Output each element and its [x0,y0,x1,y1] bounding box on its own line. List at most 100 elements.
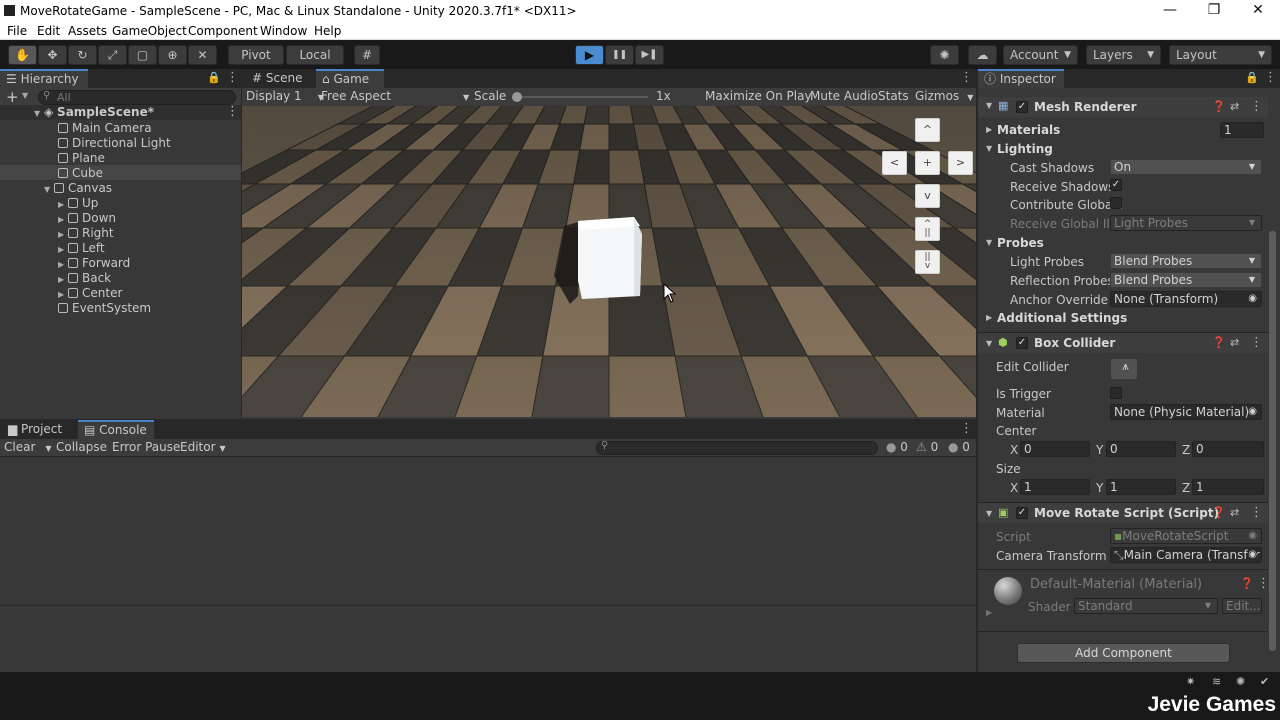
light-probes-dropdown[interactable]: Blend Probes ▼ [1110,253,1262,269]
contribute-gi-checkbox[interactable] [1110,197,1122,209]
expand-right-icon[interactable]: ▶ [58,245,68,254]
is-trigger-checkbox[interactable] [1110,387,1122,399]
close-button[interactable]: ✕ [1236,0,1280,22]
hierarchy-item-cube[interactable]: Cube [58,166,103,180]
size-z-field[interactable]: 1 [1192,479,1264,495]
more-options-icon[interactable]: ⋮ [1250,505,1263,520]
layout-dropdown[interactable]: Layout ▼ [1169,45,1272,65]
more-options-icon[interactable]: ⋮ [960,70,973,85]
hierarchy-item-down[interactable]: ▶ Down [58,211,116,225]
tab-console[interactable]: ▤ Console [78,420,154,439]
help-icon[interactable]: ❓ [1212,100,1226,113]
display-dropdown[interactable]: Display 1 ▼ [246,89,324,103]
more-options-icon[interactable]: ⋮ [226,104,239,119]
check-circle-icon[interactable]: ✔ [1260,675,1269,688]
log-count-toggle[interactable]: ● 0 [886,440,908,454]
tab-scene[interactable]: # Scene [246,69,312,88]
tab-game[interactable]: ⌂ Game [316,69,384,88]
more-options-icon[interactable]: ⋮ [226,70,239,85]
cloud-button[interactable]: ☁ [968,45,997,65]
hierarchy-item-eventsystem[interactable]: EventSystem [58,301,151,315]
center-x-field[interactable]: 0 [1020,441,1090,457]
center-y-field[interactable]: 0 [1106,441,1176,457]
pause-button[interactable]: ❚❚ [605,45,634,65]
step-button[interactable]: ▶❚ [635,45,664,65]
inspector-scrollbar[interactable] [1269,231,1276,651]
more-options-icon[interactable]: ⋮ [1250,335,1263,350]
hierarchy-item-center[interactable]: ▶ Center [58,286,122,300]
pivot-toggle[interactable]: Pivot [228,45,284,65]
hierarchy-item-left[interactable]: ▶ Left [58,241,105,255]
menu-file[interactable]: File [7,24,27,38]
right-button[interactable]: > [948,151,973,175]
gizmos-dropdown[interactable]: Gizmos ▼ [915,89,973,103]
account-dropdown[interactable]: Account ▼ [1003,45,1078,65]
local-toggle[interactable]: Local [286,45,344,65]
shader-edit-button[interactable]: Edit... [1222,598,1262,614]
camera-transform-field[interactable]: ⤡Main Camera (Transfor ◉ [1110,547,1262,563]
scale-slider[interactable] [512,92,648,102]
expand-right-icon[interactable]: ▶ [58,290,68,299]
object-picker-icon[interactable]: ◉ [1248,405,1257,419]
box-collider-enabled-checkbox[interactable]: ✓ [1016,337,1028,349]
expand-down-icon[interactable]: ▼ [986,509,992,518]
presets-icon[interactable]: ⇄ [1230,506,1239,519]
cast-shadows-dropdown[interactable]: On ▼ [1110,159,1262,175]
up-button[interactable]: ^ [915,118,940,142]
menu-assets[interactable]: Assets [68,24,107,38]
help-icon[interactable]: ❓ [1212,336,1226,349]
menu-window[interactable]: Window [260,24,307,38]
hierarchy-item-canvas[interactable]: ▼ Canvas [44,181,112,195]
probes-foldout[interactable]: Probes [997,236,1044,250]
size-y-field[interactable]: 1 [1106,479,1176,495]
mesh-renderer-enabled-checkbox[interactable]: ✓ [1016,101,1028,113]
aspect-dropdown[interactable]: Free Aspect ▼ [321,89,469,103]
tab-inspector[interactable]: ⓘ Inspector [978,69,1064,88]
hierarchy-item-right[interactable]: ▶ Right [58,226,114,240]
expand-down-icon[interactable]: ▼ [34,109,44,118]
receive-shadows-checkbox[interactable]: ✓ [1110,179,1122,191]
materials-foldout[interactable]: Materials [997,123,1060,137]
minimize-button[interactable]: — [1148,0,1192,22]
expand-right-icon[interactable]: ▶ [58,260,68,269]
hierarchy-item-directional-light[interactable]: Directional Light [58,136,171,150]
stack-icon[interactable]: ≋ [1212,675,1221,688]
size-x-field[interactable]: 1 [1020,479,1090,495]
object-picker-icon[interactable]: ◉ [1248,292,1257,306]
hierarchy-search-input[interactable]: ⚲ All [38,90,236,105]
menu-gameobject[interactable]: GameObject [112,24,187,38]
bug-icon[interactable]: ✷ [1186,675,1195,688]
expand-down-icon[interactable]: ▼ [986,101,992,110]
presets-icon[interactable]: ⇄ [1230,336,1239,349]
lock-icon[interactable]: 🔒 [1245,71,1259,84]
restore-button[interactable]: ❐ [1192,0,1236,22]
editor-dropdown[interactable]: Editor ▼ [180,440,226,454]
shader-dropdown[interactable]: Standard ▼ [1074,598,1218,614]
object-picker-icon[interactable]: ◉ [1248,548,1257,562]
hierarchy-item-up[interactable]: ▶ Up [58,196,98,210]
play-button[interactable]: ▶ [575,45,604,65]
grid-snap-button[interactable]: # [354,45,380,65]
additional-settings-foldout[interactable]: Additional Settings [997,311,1127,325]
expand-right-icon[interactable]: ▶ [986,125,992,134]
expand-down-icon[interactable]: ▼ [986,339,992,348]
more-options-icon[interactable]: ⋮ [960,421,973,436]
edit-collider-button[interactable]: ⩚ [1110,358,1138,380]
reflection-probes-dropdown[interactable]: Blend Probes ▼ [1110,272,1262,288]
menu-component[interactable]: Component [188,24,258,38]
expand-down-icon[interactable]: ▼ [986,238,992,247]
more-options-icon[interactable]: ⋮ [1264,70,1277,85]
lock-icon[interactable]: 🔒 [207,71,221,84]
materials-count-field[interactable]: 1 [1220,122,1264,138]
services-button[interactable]: ✺ [930,45,959,65]
help-icon[interactable]: ❓ [1212,506,1226,519]
hierarchy-item-forward[interactable]: ▶ Forward [58,256,130,270]
lighting-foldout[interactable]: Lighting [997,142,1053,156]
tab-project[interactable]: ▆ Project [2,420,76,439]
forward-button[interactable]: ^ || [915,217,940,241]
custom-tool-button[interactable]: ✕ [188,45,217,65]
expand-right-icon[interactable]: ▶ [58,200,68,209]
chevron-down-icon[interactable]: ▼ [22,91,28,100]
hierarchy-item-plane[interactable]: Plane [58,151,105,165]
scene-row[interactable]: ▼ ◈ SampleScene* ⋮ [0,104,241,120]
